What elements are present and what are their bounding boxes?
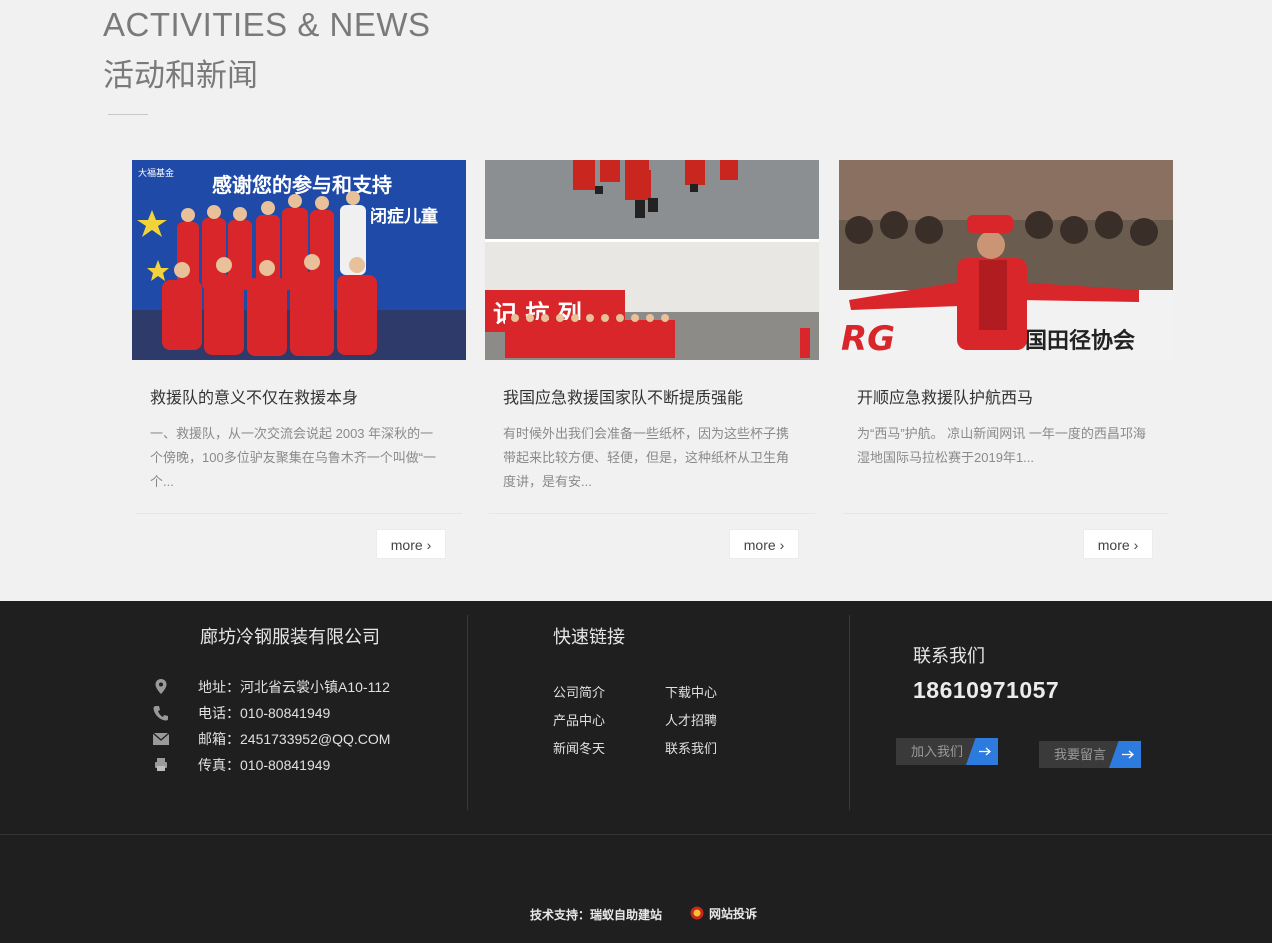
location-pin-icon bbox=[152, 678, 170, 696]
company-name: 廊坊冷钢服装有限公司 bbox=[200, 627, 380, 647]
tech-support[interactable]: 技术支持：瑞蚁自助建站 bbox=[530, 906, 662, 923]
link-about[interactable]: 公司简介 bbox=[553, 682, 605, 701]
news-image-marathon[interactable]: RG 国田径协会 bbox=[839, 160, 1173, 360]
footer: 廊坊冷钢服装有限公司 地址：河北省云裳小镇A10-112 电话：010-8084… bbox=[0, 601, 1272, 943]
link-downloads[interactable]: 下载中心 bbox=[665, 682, 717, 701]
footer-divider bbox=[849, 615, 850, 810]
phone-icon bbox=[152, 704, 170, 722]
news-image-rescue-team[interactable]: 记 抗 列 bbox=[485, 160, 819, 360]
contact-text: 电话：010-80841949 bbox=[198, 705, 331, 721]
news-title[interactable]: 救援队的意义不仅在救援本身 bbox=[150, 384, 358, 408]
news-card[interactable]: 大福基金 感谢您的参与和支持 闭症儿童 救援队的意义不仅在救援本身 一、救援队，… bbox=[132, 160, 466, 560]
svg-text:RG: RG bbox=[841, 319, 895, 359]
news-title[interactable]: 我国应急救援国家队不断提质强能 bbox=[503, 384, 743, 408]
news-summary: 一、救援队，从一次交流会说起 2003 年深秋的一个傍晚，100多位驴友聚集在乌… bbox=[150, 426, 437, 489]
more-button[interactable]: more › bbox=[1083, 529, 1153, 559]
link-careers[interactable]: 人才招聘 bbox=[665, 710, 717, 729]
contact-text: 邮箱：2451733952@QQ.COM bbox=[198, 731, 391, 747]
svg-text:闭症儿童: 闭症儿童 bbox=[370, 206, 438, 227]
join-us-button[interactable]: 加入我们 bbox=[896, 738, 998, 765]
news-section: ACTIVITIES & NEWS 活动和新闻 大福基金 感谢您的参与和支持 闭… bbox=[0, 0, 1272, 601]
card-divider bbox=[489, 513, 815, 514]
footer-divider bbox=[467, 615, 468, 810]
printer-icon bbox=[152, 756, 170, 774]
card-divider bbox=[136, 513, 462, 514]
contact-text: 地址：河北省云裳小镇A10-112 bbox=[198, 679, 390, 695]
leave-message-button[interactable]: 我要留言 bbox=[1039, 741, 1141, 768]
leave-message-label: 我要留言 bbox=[1039, 741, 1119, 768]
more-label: more bbox=[743, 537, 776, 553]
police-badge-icon bbox=[690, 906, 704, 920]
mail-icon bbox=[152, 730, 170, 748]
news-title[interactable]: 开顺应急救援队护航西马 bbox=[857, 384, 1033, 408]
news-summary: 有时候外出我们会准备一些纸杯，因为这些杯子携带起来比较方便、轻便，但是，这种纸杯… bbox=[503, 426, 790, 489]
news-summary: 为“西马”护航。 凉山新闻网讯 一年一度的西昌邛海湿地国际马拉松赛于2019年1… bbox=[857, 426, 1146, 465]
news-image-team-photo[interactable]: 大福基金 感谢您的参与和支持 闭症儿童 bbox=[132, 160, 466, 360]
more-label: more bbox=[1097, 537, 1130, 553]
site-complaint-link[interactable]: 网站投诉 bbox=[690, 905, 757, 922]
link-contact[interactable]: 联系我们 bbox=[665, 738, 717, 757]
svg-text:大福基金: 大福基金 bbox=[138, 167, 174, 179]
more-label: more bbox=[390, 537, 423, 553]
link-news[interactable]: 新闻冬天 bbox=[553, 738, 605, 757]
hotline-number: 18610971057 bbox=[913, 677, 1060, 703]
chevron-right-icon: › bbox=[1133, 537, 1139, 553]
link-products[interactable]: 产品中心 bbox=[553, 710, 605, 729]
news-card[interactable]: RG 国田径协会 开顺应急救援队护航西马 为“西马”护航。 凉山新闻网讯 一年一… bbox=[839, 160, 1173, 560]
quick-links-title: 快速链接 bbox=[553, 627, 625, 647]
more-button[interactable]: more › bbox=[376, 529, 446, 559]
chevron-right-icon: › bbox=[426, 537, 432, 553]
more-button[interactable]: more › bbox=[729, 529, 799, 559]
contact-text: 传真：010-80841949 bbox=[198, 757, 331, 773]
section-title-cn: 活动和新闻 bbox=[103, 58, 258, 93]
title-divider bbox=[108, 114, 148, 115]
contact-us-title: 联系我们 bbox=[913, 646, 985, 666]
site-complaint-label: 网站投诉 bbox=[709, 907, 758, 921]
chevron-right-icon: › bbox=[779, 537, 785, 553]
section-title-en: ACTIVITIES & NEWS bbox=[103, 6, 431, 43]
news-card[interactable]: 记 抗 列 我国应急救援国家队不断提质强能 有时候外出我们会准备一些纸杯，因为这… bbox=[485, 160, 819, 560]
join-us-label: 加入我们 bbox=[896, 738, 976, 765]
footer-rule bbox=[0, 834, 1272, 835]
svg-text:国田径协会: 国田径协会 bbox=[1025, 328, 1135, 354]
svg-text:感谢您的参与和支持: 感谢您的参与和支持 bbox=[212, 173, 392, 197]
card-divider bbox=[843, 513, 1169, 514]
